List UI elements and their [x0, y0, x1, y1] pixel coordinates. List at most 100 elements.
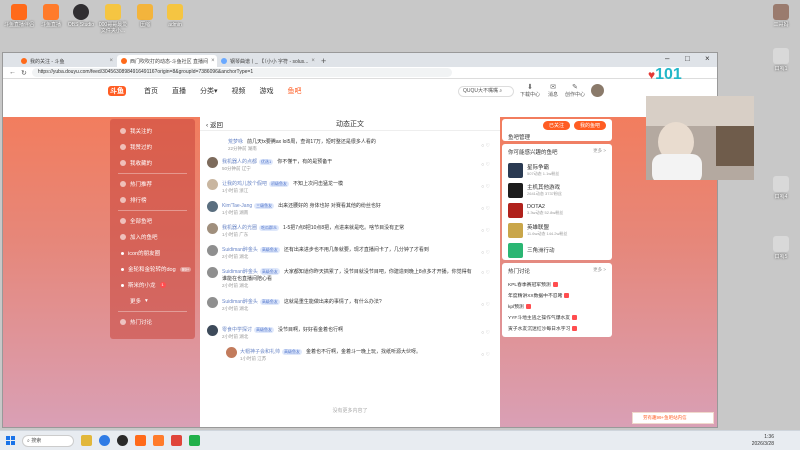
- nav-yuba[interactable]: 鱼吧: [288, 86, 302, 96]
- comment-icon[interactable]: ○: [481, 250, 484, 256]
- close-icon[interactable]: ×: [211, 58, 215, 64]
- comment-author[interactable]: 我机器人的点都: [222, 159, 257, 165]
- like-icon[interactable]: ♡: [486, 352, 490, 358]
- bar-item[interactable]: 星际争霸 507动态 1.1w粉丝: [502, 160, 612, 180]
- browser-tab[interactable]: 我的关注 - 斗鱼 ×: [17, 55, 117, 67]
- comment-author[interactable]: 让我的鸡儿放个假吧: [222, 181, 267, 187]
- desktop-icon[interactable]: 二哥妈: [766, 4, 796, 28]
- windows-start-icon[interactable]: [6, 436, 15, 445]
- like-icon[interactable]: ♡: [486, 302, 490, 308]
- desktop-icon[interactable]: 斗鱼直播: [36, 4, 66, 28]
- comment-icon[interactable]: ○: [481, 330, 484, 336]
- browser-tab[interactable]: 钢琴曲谱丨_ 【（小小 字符 - solus... ×: [217, 55, 317, 67]
- like-icon[interactable]: ♡: [486, 250, 490, 256]
- wechat-icon[interactable]: [189, 435, 200, 446]
- minimize-icon[interactable]: –: [665, 54, 669, 63]
- sidebar-item-favorites[interactable]: 我收藏的: [110, 155, 195, 171]
- desktop-icon[interactable]: 口哨4: [766, 176, 796, 200]
- clock[interactable]: 1:36 2026/3/28: [752, 434, 774, 448]
- followed-button[interactable]: 已关注: [542, 121, 570, 130]
- sidebar-item-ranking[interactable]: 排行榜: [110, 192, 195, 208]
- avatar[interactable]: [226, 347, 237, 358]
- sidebar-item-more[interactable]: 更多 ▾: [110, 293, 195, 309]
- bar-item[interactable]: 主机其他游戏 2641动态 3737粉丝: [502, 180, 612, 200]
- nav-games[interactable]: 游戏: [260, 86, 274, 96]
- comment-author[interactable]: 我机器人的光圈: [222, 225, 257, 231]
- douyu-logo[interactable]: 斗鱼: [108, 86, 126, 96]
- desktop-icon[interactable]: admin: [160, 4, 190, 28]
- message-float-button[interactable]: 劳有趣99+鱼吧站内信: [632, 412, 714, 424]
- more-link[interactable]: 更多 >: [593, 148, 606, 156]
- hot-topic[interactable]: KPL春季赛冠军预测: [502, 279, 612, 290]
- search-input[interactable]: QUQU大不嘴嘴 ⌕: [458, 86, 514, 97]
- like-icon[interactable]: ♡: [486, 162, 490, 168]
- download-center-button[interactable]: ⬇ 下载中心: [520, 83, 540, 98]
- sidebar-item-discussion[interactable]: 热门讨论: [110, 314, 195, 330]
- url-field[interactable]: https://yuba.douyu.com/feed/304563089849…: [31, 68, 452, 77]
- nav-live[interactable]: 直播: [172, 86, 186, 96]
- back-arrow-icon[interactable]: ←: [9, 69, 16, 76]
- comment-icon[interactable]: ○: [481, 206, 484, 212]
- comment-author[interactable]: Suidiman醉金头: [222, 247, 258, 253]
- back-button[interactable]: ‹ 返回: [206, 119, 223, 129]
- search-icon[interactable]: ⌕: [499, 88, 502, 94]
- close-icon[interactable]: ×: [311, 58, 315, 64]
- comment-icon[interactable]: ○: [481, 302, 484, 308]
- obs-icon[interactable]: [117, 435, 128, 446]
- bar-item[interactable]: 英雄联盟 11.6w动态 144.2w粉丝: [502, 220, 612, 240]
- comment-author[interactable]: Suidiman醉金头: [222, 269, 258, 275]
- desktop-icon[interactable]: 口哨5: [766, 236, 796, 260]
- avatar[interactable]: [207, 223, 218, 234]
- comment-author[interactable]: 零食中学探讨: [222, 327, 252, 333]
- desktop-icon[interactable]: 000哥哥最爱文件夹小...: [98, 4, 128, 34]
- bar-item[interactable]: 三角洲行动: [502, 240, 612, 260]
- comment-icon[interactable]: ○: [481, 352, 484, 358]
- bar-item[interactable]: DOTA2 3.3w动态 52.8w粉丝: [502, 200, 612, 220]
- reload-icon[interactable]: ↻: [21, 69, 27, 77]
- sidebar-item-following[interactable]: 我关注的: [110, 123, 195, 139]
- taskbar-search[interactable]: ⌕ 搜索: [22, 434, 74, 447]
- sidebar-item-bar[interactable]: 斯米的小龙 1: [110, 277, 195, 293]
- nav-home[interactable]: 首页: [144, 86, 158, 96]
- hot-topic[interactable]: 寅子水友沉迷红沙每日水字习: [502, 323, 612, 334]
- sidebar-item-liked[interactable]: 我赞过的: [110, 139, 195, 155]
- comment-icon[interactable]: ○: [481, 184, 484, 190]
- avatar[interactable]: [207, 297, 218, 308]
- sidebar-item-hot[interactable]: 热门推荐: [110, 176, 195, 192]
- avatar[interactable]: [207, 201, 218, 212]
- comment-author[interactable]: Suidiman醉金头: [222, 299, 258, 305]
- creator-center-button[interactable]: ✎ 创作中心: [565, 83, 585, 98]
- more-link[interactable]: 更多 >: [593, 267, 606, 275]
- app-icon[interactable]: [171, 435, 182, 446]
- hot-topic[interactable]: 年度精讲XX数据中不忍睹: [502, 290, 612, 301]
- sidebar-item-all-bars[interactable]: 全部鱼吧: [110, 213, 195, 229]
- avatar[interactable]: [207, 325, 218, 336]
- maximize-icon[interactable]: □: [685, 54, 690, 63]
- comment-author[interactable]: Kim'Tae-Jang: [222, 203, 252, 209]
- avatar[interactable]: [207, 245, 218, 256]
- edge-icon[interactable]: [99, 435, 110, 446]
- messages-button[interactable]: ✉ 消息: [543, 83, 563, 98]
- avatar[interactable]: [207, 267, 218, 278]
- like-icon[interactable]: ♡: [486, 330, 490, 336]
- hot-topic[interactable]: YYF斗地主逃之操作气爆水友: [502, 312, 612, 323]
- comment-icon[interactable]: ○: [481, 143, 484, 149]
- avatar[interactable]: [207, 157, 218, 168]
- my-bar-button[interactable]: 我的鱼吧: [573, 121, 606, 130]
- desktop-icon[interactable]: 口哨1: [766, 48, 796, 72]
- new-tab-button[interactable]: +: [321, 55, 326, 67]
- douyu-icon[interactable]: [135, 435, 146, 446]
- like-icon[interactable]: ♡: [486, 228, 490, 234]
- close-icon[interactable]: ×: [109, 58, 113, 64]
- comment-author[interactable]: 荒梦咏: [228, 139, 243, 145]
- comment-icon[interactable]: ○: [481, 162, 484, 168]
- comment-icon[interactable]: ○: [481, 270, 484, 276]
- nav-category[interactable]: 分类▾: [200, 86, 218, 96]
- douyu-companion-icon[interactable]: [153, 435, 164, 446]
- like-icon[interactable]: ♡: [486, 270, 490, 276]
- desktop-icon[interactable]: 斗鱼直播伴侣: [4, 4, 34, 28]
- close-window-icon[interactable]: ×: [705, 54, 710, 63]
- like-icon[interactable]: ♡: [486, 184, 490, 190]
- file-explorer-icon[interactable]: [81, 435, 92, 446]
- browser-tab-active[interactable]: 西门吹吹打的动态-斗鱼社区 直播间 ×: [117, 55, 217, 67]
